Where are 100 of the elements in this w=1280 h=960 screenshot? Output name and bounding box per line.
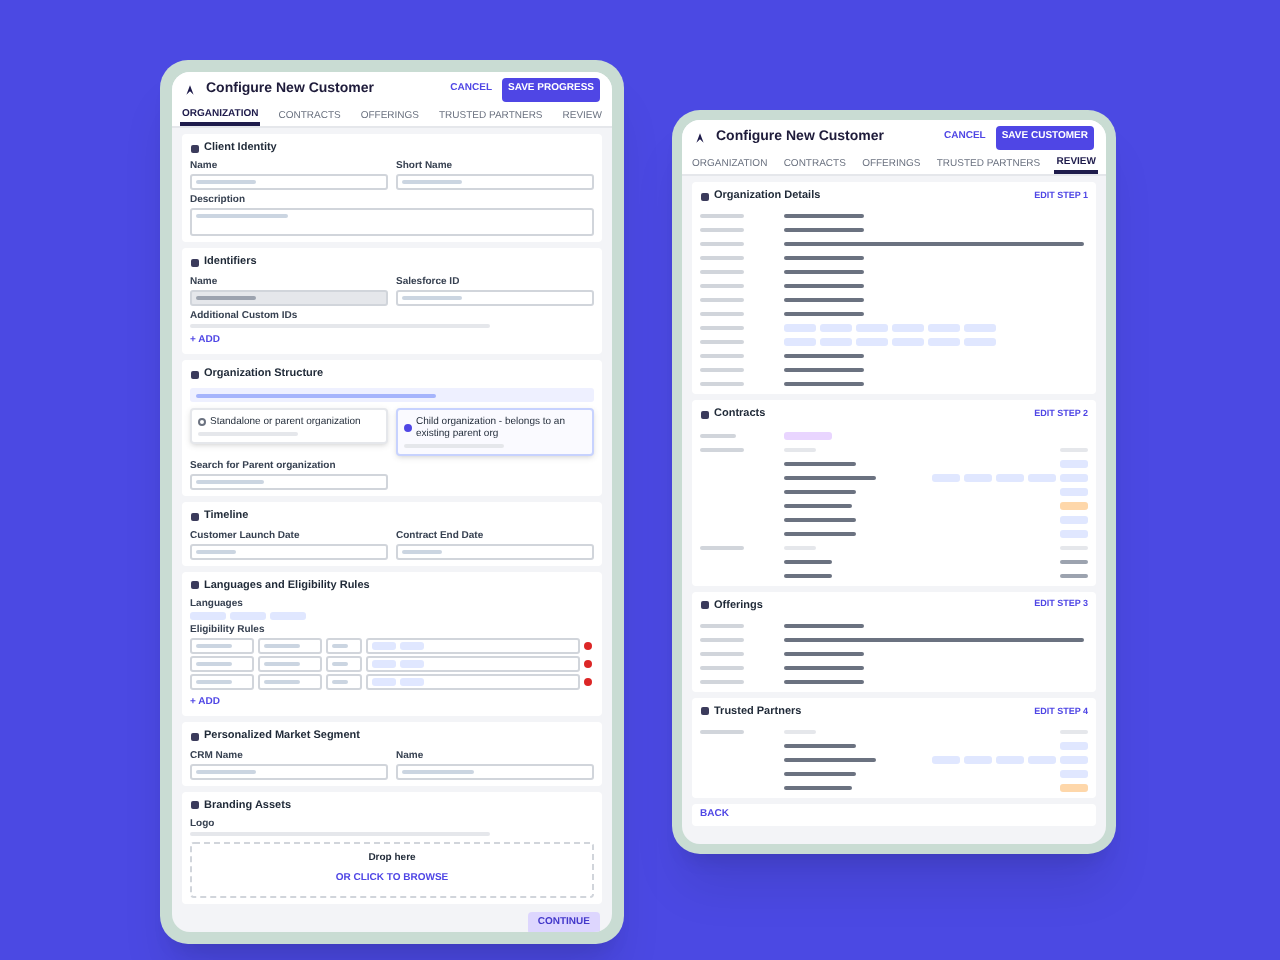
tag bbox=[964, 338, 996, 347]
section-icon bbox=[190, 800, 200, 811]
tag bbox=[964, 324, 996, 333]
tag bbox=[928, 338, 960, 347]
text-line bbox=[784, 256, 864, 261]
tag bbox=[400, 659, 424, 668]
select-field[interactable] bbox=[326, 637, 362, 654]
text-line bbox=[196, 661, 232, 666]
tag bbox=[784, 431, 832, 439]
text-area[interactable] bbox=[190, 208, 594, 237]
date-field[interactable] bbox=[396, 543, 594, 559]
text-line bbox=[784, 623, 864, 628]
text-line bbox=[1060, 559, 1088, 563]
text-line bbox=[402, 769, 474, 773]
text-line bbox=[264, 661, 300, 666]
text-line bbox=[700, 433, 736, 437]
tag bbox=[820, 338, 852, 347]
tag bbox=[1060, 784, 1088, 792]
radio-icon bbox=[404, 424, 412, 433]
text-line bbox=[784, 489, 856, 493]
section-icon bbox=[190, 143, 200, 154]
tag bbox=[928, 324, 960, 333]
section-icon bbox=[190, 731, 200, 742]
text-line bbox=[784, 786, 852, 790]
tag bbox=[400, 641, 424, 650]
text-line bbox=[700, 340, 744, 345]
text-line bbox=[784, 503, 852, 507]
text-line bbox=[700, 368, 744, 373]
text-line bbox=[196, 180, 256, 185]
text-line bbox=[784, 270, 864, 275]
tag bbox=[270, 611, 306, 620]
text-line bbox=[784, 531, 856, 535]
section-icon bbox=[190, 369, 200, 380]
text-line bbox=[784, 354, 864, 359]
text-line bbox=[196, 769, 256, 773]
text-line bbox=[700, 354, 744, 359]
text-line bbox=[264, 679, 300, 684]
text-line bbox=[700, 382, 744, 387]
text-line bbox=[700, 214, 744, 219]
text-line bbox=[784, 744, 856, 748]
text-line bbox=[784, 679, 864, 684]
text-line bbox=[402, 295, 462, 299]
input-field[interactable] bbox=[190, 637, 254, 654]
select-field[interactable] bbox=[396, 763, 594, 779]
select-field[interactable] bbox=[326, 673, 362, 690]
input-field[interactable] bbox=[190, 655, 254, 672]
section-icon bbox=[190, 511, 200, 522]
input-field[interactable] bbox=[396, 174, 594, 191]
text-line bbox=[784, 312, 864, 317]
text-line bbox=[700, 730, 744, 734]
tag bbox=[1060, 501, 1088, 509]
section-icon bbox=[700, 409, 710, 420]
text-line bbox=[784, 382, 864, 387]
text-line bbox=[700, 637, 744, 642]
text-line bbox=[784, 214, 864, 219]
input-field[interactable] bbox=[190, 289, 388, 305]
tag bbox=[892, 324, 924, 333]
search-field[interactable] bbox=[190, 474, 388, 491]
input-field[interactable] bbox=[190, 763, 388, 779]
section-icon bbox=[190, 257, 200, 268]
input-field[interactable] bbox=[190, 673, 254, 690]
text-line bbox=[700, 623, 744, 628]
text-line bbox=[784, 461, 856, 465]
text-line bbox=[700, 679, 744, 684]
text-line bbox=[196, 643, 232, 648]
text-line bbox=[700, 228, 744, 233]
tag bbox=[784, 338, 816, 347]
tag bbox=[892, 338, 924, 347]
text-line bbox=[700, 242, 744, 247]
section-icon bbox=[190, 580, 200, 591]
tag bbox=[400, 677, 424, 686]
text-line bbox=[784, 298, 864, 303]
tag bbox=[230, 611, 266, 620]
text-line bbox=[700, 298, 744, 303]
text-line bbox=[196, 480, 264, 485]
text-line bbox=[196, 679, 232, 684]
tag bbox=[856, 324, 888, 333]
tag bbox=[820, 324, 852, 333]
section-icon bbox=[700, 191, 710, 202]
select-field[interactable] bbox=[258, 637, 322, 654]
text-line bbox=[402, 180, 462, 185]
text-line bbox=[264, 643, 300, 648]
tag bbox=[372, 677, 396, 686]
select-field[interactable] bbox=[326, 655, 362, 672]
text-line bbox=[784, 559, 832, 563]
date-field[interactable] bbox=[190, 543, 388, 559]
input-field[interactable] bbox=[190, 174, 388, 191]
text-line bbox=[784, 772, 856, 776]
text-line bbox=[700, 545, 744, 549]
text-line bbox=[784, 758, 876, 762]
text-line bbox=[784, 651, 864, 656]
section-icon bbox=[700, 706, 710, 717]
select-field[interactable] bbox=[258, 655, 322, 672]
tag bbox=[372, 641, 396, 650]
text-line bbox=[700, 284, 744, 289]
tag bbox=[856, 338, 888, 347]
input-field[interactable] bbox=[396, 289, 594, 305]
radio-icon bbox=[198, 418, 206, 427]
text-line bbox=[700, 270, 744, 275]
select-field[interactable] bbox=[258, 673, 322, 690]
